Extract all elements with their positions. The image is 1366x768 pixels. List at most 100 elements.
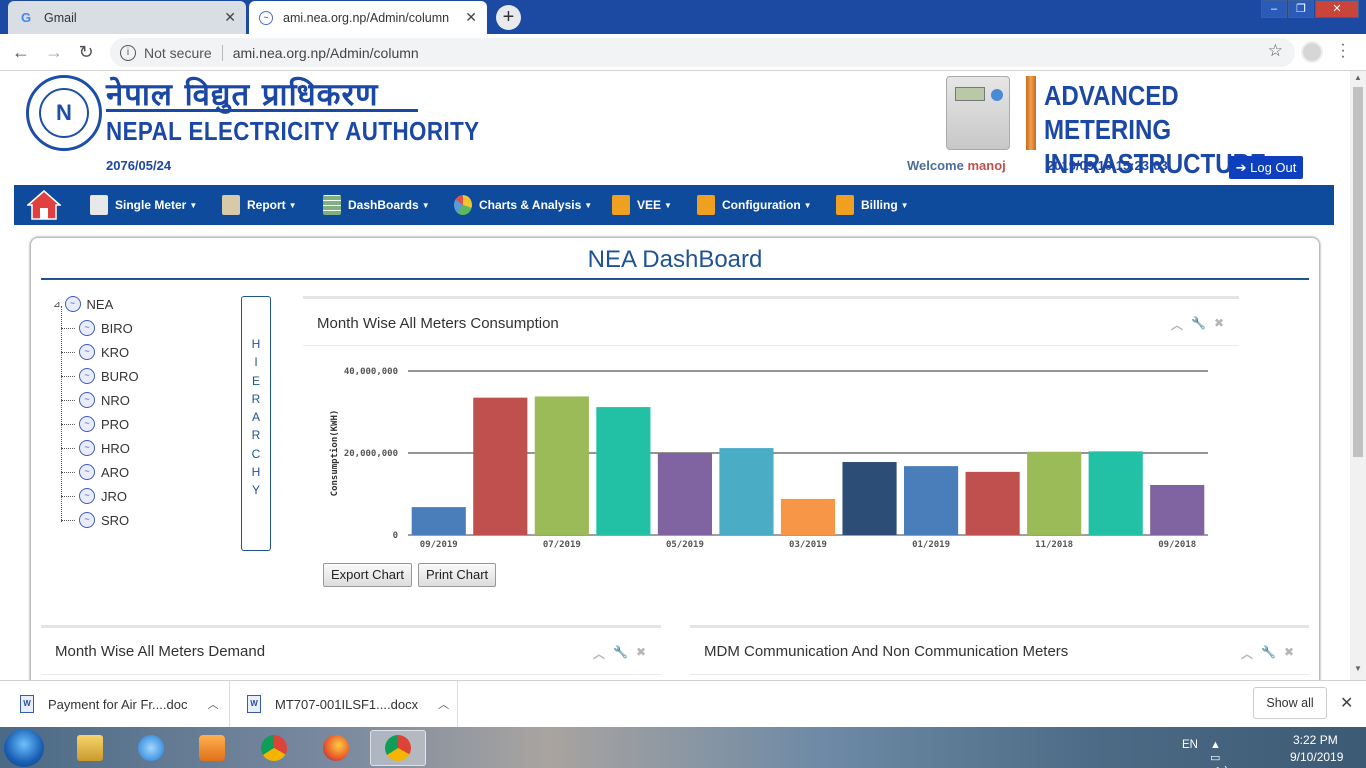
dashboard-panel: NEA DashBoard ⊿ ~ NEA ~ BIRO ~ KRO ~ BURO ~ NRO ~ PR… — [30, 237, 1320, 680]
media-player-icon[interactable] — [184, 730, 240, 766]
logout-button[interactable]: ➔ Log Out — [1229, 156, 1303, 179]
forward-icon[interactable]: → — [42, 41, 66, 65]
download-item[interactable]: W MT707-001ILSF1....docx ︿ — [247, 681, 458, 727]
firefox-icon[interactable] — [308, 730, 364, 766]
download-filename: Payment for Air Fr....doc — [48, 696, 188, 712]
chart-bar — [534, 396, 589, 535]
y-axis-label: Consumption(KWH) — [329, 410, 340, 497]
download-item[interactable]: W Payment for Air Fr....doc ︿ — [20, 681, 230, 727]
wrench-icon[interactable]: 🔧 — [1261, 645, 1276, 662]
chevron-up-icon[interactable]: ︿ — [438, 696, 449, 712]
tab-ami[interactable]: ~ ami.nea.org.np/Admin/column ✕ — [249, 1, 487, 34]
close-tab-icon[interactable]: ✕ — [465, 9, 477, 26]
info-icon[interactable]: i — [120, 44, 136, 61]
tree-node[interactable]: ~ PRO — [79, 414, 129, 434]
welcome-message: Welcome manoj — [907, 158, 1006, 173]
nav-configuration[interactable]: Configuration ▼ — [697, 193, 812, 217]
close-icon[interactable]: ✕ — [1340, 693, 1353, 713]
close-icon[interactable]: ✖ — [636, 645, 646, 662]
export-chart-button[interactable]: Export Chart — [323, 563, 412, 587]
reload-icon[interactable]: ↻ — [74, 41, 98, 65]
page-scrollbar[interactable]: ▲ ▼ — [1350, 71, 1366, 680]
tree-connector — [61, 328, 75, 329]
tree-node-label: NEA — [86, 296, 114, 312]
tree-connector — [61, 352, 75, 353]
tree-node-root[interactable]: ⊿ ~ NEA — [53, 294, 113, 314]
tree-node[interactable]: ~ JRO — [79, 486, 127, 506]
demand-panel: Month Wise All Meters Demand ︿ 🔧 ✖ — [41, 625, 661, 680]
nav-charts-analysis[interactable]: Charts & Analysis ▼ — [454, 193, 592, 217]
url-bar[interactable]: i Not secure ami.nea.org.np/Admin/column… — [110, 38, 1295, 67]
tree-node[interactable]: ~ SRO — [79, 510, 129, 530]
nav-single-meter[interactable]: Single Meter ▼ — [90, 193, 197, 217]
folder-gear-icon — [612, 195, 630, 215]
tree-node[interactable]: ~ NRO — [79, 390, 130, 410]
tree-node[interactable]: ~ ARO — [79, 462, 129, 482]
show-all-button[interactable]: Show all — [1253, 687, 1327, 719]
tree-connector — [61, 448, 75, 449]
print-chart-button[interactable]: Print Chart — [418, 563, 497, 587]
bookmark-star-icon[interactable]: ☆ — [1268, 41, 1283, 61]
tree-node-label: HRO — [101, 440, 130, 456]
chrome-active-icon[interactable] — [370, 730, 426, 766]
nav-billing[interactable]: Billing ▼ — [836, 193, 909, 217]
home-icon[interactable] — [27, 189, 61, 221]
language-indicator[interactable]: EN — [1182, 739, 1198, 751]
security-label: Not secure — [144, 44, 212, 61]
folder-gear-icon — [836, 195, 854, 215]
y-tick-label: 40,000,000 — [344, 367, 398, 377]
word-doc-icon: W — [20, 695, 34, 713]
hierarchy-toggle[interactable]: H I E R A R C H Y — [241, 296, 271, 551]
expander-icon[interactable]: ⊿ — [53, 299, 61, 310]
divider — [690, 674, 1309, 675]
nav-vee[interactable]: VEE ▼ — [612, 193, 672, 217]
site-icon: ~ — [259, 10, 273, 25]
clock-date[interactable]: 9/10/2019 — [1290, 750, 1343, 764]
back-icon[interactable]: ← — [9, 41, 33, 65]
tray-icons[interactable]: ▲ ▭ ◀) — [1210, 739, 1234, 768]
collapse-icon[interactable]: ︿ — [1241, 645, 1253, 662]
collapse-icon[interactable]: ︿ — [593, 645, 605, 662]
hierarchy-label: H I E R A R C H Y — [251, 337, 261, 498]
chrome-icon[interactable] — [246, 730, 302, 766]
file-explorer-icon[interactable] — [62, 730, 118, 766]
close-tab-icon[interactable]: ✕ — [224, 9, 236, 26]
nav-report[interactable]: Report ▼ — [222, 193, 297, 217]
browser-menu-icon[interactable]: · · · — [1340, 37, 1346, 65]
tab-gmail[interactable]: G Gmail ✕ — [8, 1, 246, 34]
report-icon — [222, 195, 240, 215]
wrench-icon[interactable]: 🔧 — [613, 645, 628, 662]
divider — [41, 278, 1309, 280]
x-tick-label: 01/2019 — [912, 540, 950, 550]
close-icon[interactable]: ✖ — [1284, 645, 1294, 662]
page-viewport: N नेपाल विद्युत प्राधिकरण NEPAL ELECTRIC… — [14, 71, 1334, 680]
maximize-button[interactable]: ❐ — [1288, 0, 1314, 18]
nav-label: Single Meter — [115, 198, 187, 212]
tree-node[interactable]: ~ BIRO — [79, 318, 133, 338]
minimize-button[interactable]: – — [1261, 0, 1287, 18]
nav-dashboards[interactable]: DashBoards ▼ — [323, 193, 430, 217]
chevron-up-icon[interactable]: ︿ — [207, 696, 218, 712]
tree-node[interactable]: ~ HRO — [79, 438, 130, 458]
scroll-up-icon[interactable]: ▲ — [1350, 73, 1366, 87]
tree-node[interactable]: ~ BURO — [79, 366, 139, 386]
clock-time[interactable]: 3:22 PM — [1293, 733, 1338, 747]
scrollbar-thumb[interactable] — [1353, 87, 1363, 457]
tree-node[interactable]: ~ KRO — [79, 342, 129, 362]
caret-down-icon: ▼ — [288, 200, 297, 210]
close-icon[interactable]: ✖ — [1214, 316, 1224, 333]
chart-bar — [1150, 484, 1205, 535]
scroll-down-icon[interactable]: ▼ — [1350, 664, 1366, 678]
internet-explorer-icon[interactable] — [123, 730, 179, 766]
new-tab-button[interactable]: + — [496, 5, 521, 30]
close-window-button[interactable]: ✕ — [1315, 0, 1359, 18]
chart-bar — [780, 498, 836, 535]
windows-taskbar: EN ▲ ▭ ◀) — [0, 727, 1366, 768]
tree-connector — [61, 496, 75, 497]
wrench-icon[interactable]: 🔧 — [1191, 316, 1206, 333]
start-button[interactable] — [4, 729, 44, 767]
chart-bar — [1088, 451, 1143, 535]
chart-bar — [965, 471, 1020, 535]
profile-avatar[interactable] — [1301, 41, 1323, 63]
collapse-icon[interactable]: ︿ — [1171, 316, 1183, 333]
